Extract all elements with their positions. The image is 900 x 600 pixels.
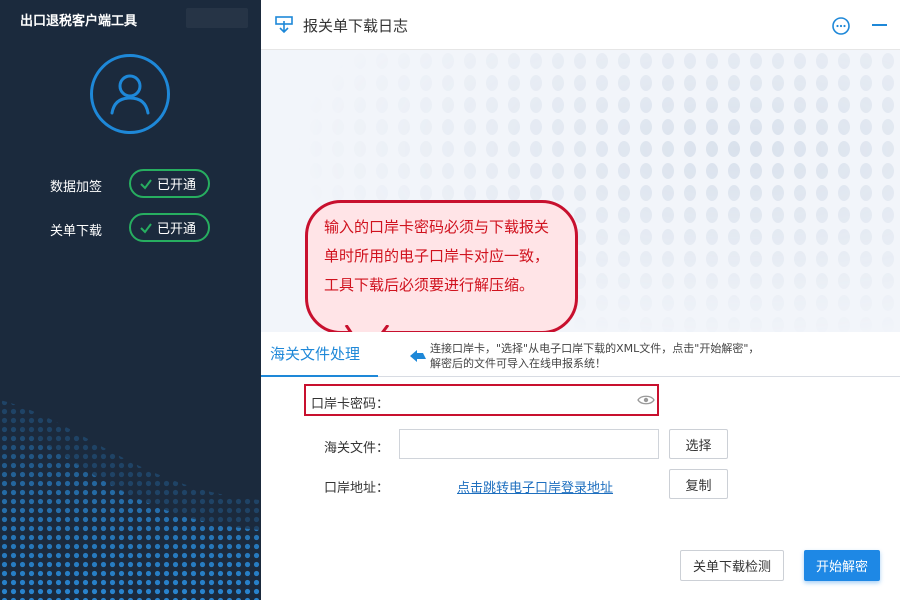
check-icon	[140, 222, 152, 234]
minimize-icon[interactable]	[872, 24, 887, 26]
tab-bar: 海关文件处理 连接口岸卡，"选择"从电子口岸下载的XML文件，点击"开始解密"，…	[261, 332, 900, 377]
address-row: 口岸地址： 点击跳转电子口岸登录地址 复制	[261, 469, 900, 501]
status-badge-text: 已开通	[157, 178, 197, 193]
status-badge: 已开通	[129, 169, 210, 198]
status-badge: 已开通	[129, 213, 210, 242]
customs-download-check-button[interactable]: 关单下载检测	[680, 550, 784, 581]
download-log-icon	[275, 16, 293, 34]
tab-customs-file[interactable]: 海关文件处理	[261, 332, 378, 377]
check-icon	[140, 178, 152, 190]
file-input[interactable]	[399, 429, 659, 459]
port-login-link[interactable]: 点击跳转电子口岸登录地址	[457, 477, 613, 496]
file-row: 海关文件： 选择	[261, 429, 900, 461]
password-highlight-box	[304, 384, 659, 416]
sidebar-item-label: 数据加签	[50, 180, 103, 195]
chat-icon[interactable]	[831, 16, 851, 36]
select-file-button[interactable]: 选择	[669, 429, 728, 459]
sidebar-item-label: 关单下载	[50, 224, 103, 239]
hint-text: 连接口岸卡，"选择"从电子口岸下载的XML文件，点击"开始解密"， 解密后的文件…	[430, 342, 760, 370]
title-decoration	[186, 8, 248, 28]
sidebar-item-customs-download: 关单下载 已开通	[0, 213, 261, 243]
warning-callout: 输入的口岸卡密码必须与下载报关单时所用的电子口岸卡对应一致，工具下载后必须要进行…	[305, 200, 578, 334]
status-badge-text: 已开通	[157, 222, 197, 237]
sidebar: 出口退税客户端工具 数据加签 已开通 关单下载 已开通	[0, 0, 261, 600]
copy-button[interactable]: 复制	[669, 469, 728, 499]
sidebar-item-data-sign: 数据加签 已开通	[0, 169, 261, 199]
start-decrypt-button[interactable]: 开始解密	[804, 550, 880, 581]
app-title: 出口退税客户端工具	[20, 14, 138, 29]
file-label: 海关文件：	[324, 441, 390, 456]
pointing-hand-icon	[410, 350, 426, 362]
wave-decoration	[0, 400, 261, 600]
page-title: 报关单下载日志	[303, 17, 409, 35]
header: 报关单下载日志	[261, 0, 900, 50]
user-avatar-icon	[90, 54, 170, 134]
address-label: 口岸地址：	[324, 481, 390, 496]
